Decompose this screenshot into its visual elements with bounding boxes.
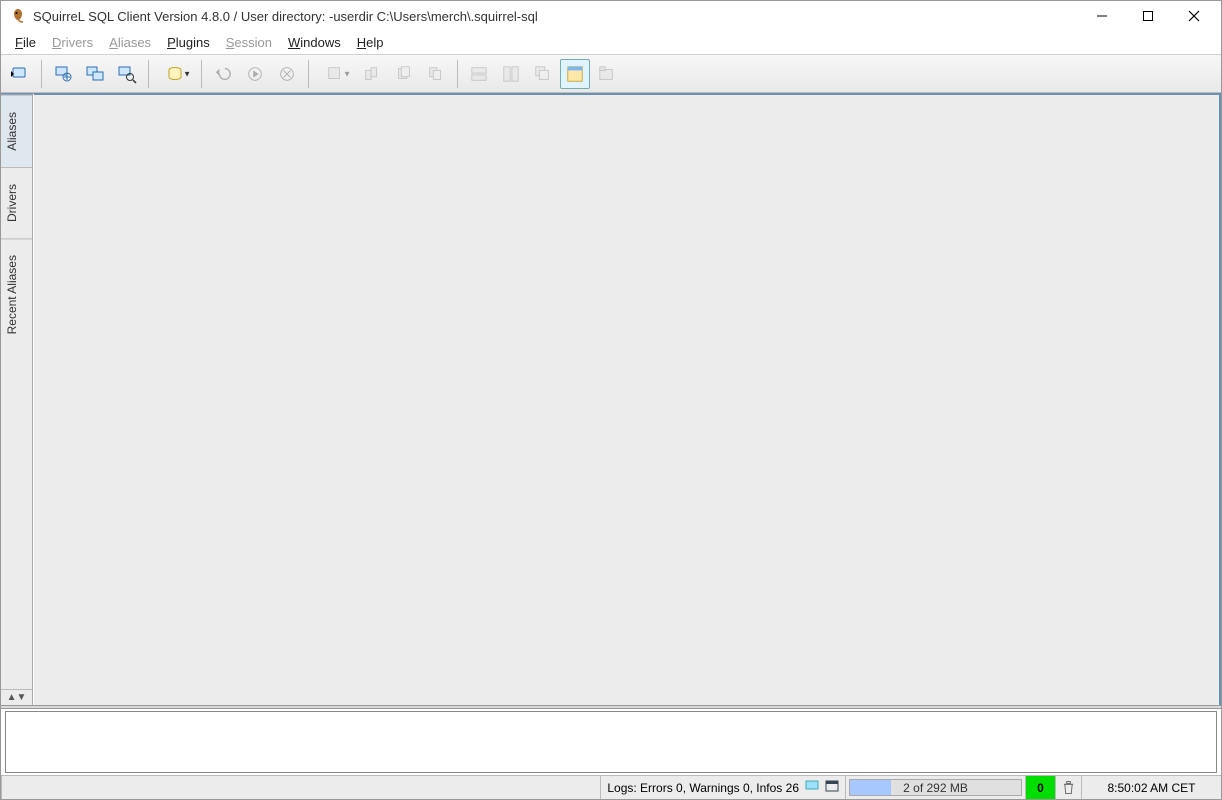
find-alias-button[interactable] (112, 59, 142, 89)
new-object-button: ▼ (315, 59, 355, 89)
run-button (240, 59, 270, 89)
window-title: SQuirreL SQL Client Version 4.8.0 / User… (33, 9, 538, 24)
status-logs[interactable]: Logs: Errors 0, Warnings 0, Infos 26 (600, 776, 845, 799)
gc-button[interactable] (1055, 776, 1081, 799)
minimize-button[interactable] (1079, 1, 1125, 31)
menu-drivers[interactable]: Drivers (44, 33, 101, 52)
status-badge[interactable]: 0 (1025, 776, 1055, 799)
menu-plugins[interactable]: Plugins (159, 33, 218, 52)
side-tab-recent-aliases[interactable]: Recent Aliases (1, 238, 32, 350)
window-controls (1079, 1, 1217, 31)
global-prefs-button[interactable] (80, 59, 110, 89)
tile-horizontal-button (464, 59, 494, 89)
menu-help[interactable]: Help (349, 33, 392, 52)
connect-button[interactable] (5, 59, 35, 89)
app-icon (9, 7, 27, 25)
menu-windows[interactable]: Windows (280, 33, 349, 52)
paste-button (357, 59, 387, 89)
status-memory-label: 2 of 292 MB (846, 776, 1025, 799)
menubar: File Drivers Aliases Plugins Session Win… (1, 31, 1221, 55)
tab-off-button (592, 59, 622, 89)
app-window: SQuirreL SQL Client Version 4.8.0 / User… (0, 0, 1222, 800)
body-area: Aliases Drivers Recent Aliases ▲▼ (1, 93, 1221, 705)
menu-file[interactable]: File (7, 33, 44, 52)
side-tab-scroll-controls[interactable]: ▲▼ (1, 689, 32, 705)
rollback-button (208, 59, 238, 89)
maximize-windows-button[interactable] (560, 59, 590, 89)
cascade-button (528, 59, 558, 89)
status-spacer (1, 776, 600, 799)
side-tab-bar: Aliases Drivers Recent Aliases ▲▼ (1, 93, 33, 705)
titlebar: SQuirreL SQL Client Version 4.8.0 / User… (1, 1, 1221, 31)
saved-sessions-button[interactable]: ▼ (155, 59, 195, 89)
menu-session[interactable]: Session (218, 33, 280, 52)
mdi-workspace[interactable] (33, 93, 1221, 705)
tile-vertical-button (496, 59, 526, 89)
copy-all-button (421, 59, 451, 89)
toolbar: ▼ ▼ (1, 55, 1221, 93)
new-session-props-button[interactable] (48, 59, 78, 89)
info-flag-icon (805, 780, 819, 795)
maximize-button[interactable] (1125, 1, 1171, 31)
close-button[interactable] (1171, 1, 1217, 31)
message-pane[interactable] (5, 711, 1217, 773)
status-memory[interactable]: 2 of 292 MB (845, 776, 1025, 799)
message-splitter[interactable] (1, 705, 1221, 709)
copy-button (389, 59, 419, 89)
side-tab-aliases[interactable]: Aliases (1, 95, 32, 167)
status-logs-label: Logs: Errors 0, Warnings 0, Infos 26 (607, 781, 799, 795)
status-clock: 8:50:02 AM CET (1081, 776, 1221, 799)
side-tab-drivers[interactable]: Drivers (1, 167, 32, 238)
menu-aliases[interactable]: Aliases (101, 33, 159, 52)
stop-button (272, 59, 302, 89)
statusbar: Logs: Errors 0, Warnings 0, Infos 26 2 o… (1, 775, 1221, 799)
log-window-icon (825, 780, 839, 795)
